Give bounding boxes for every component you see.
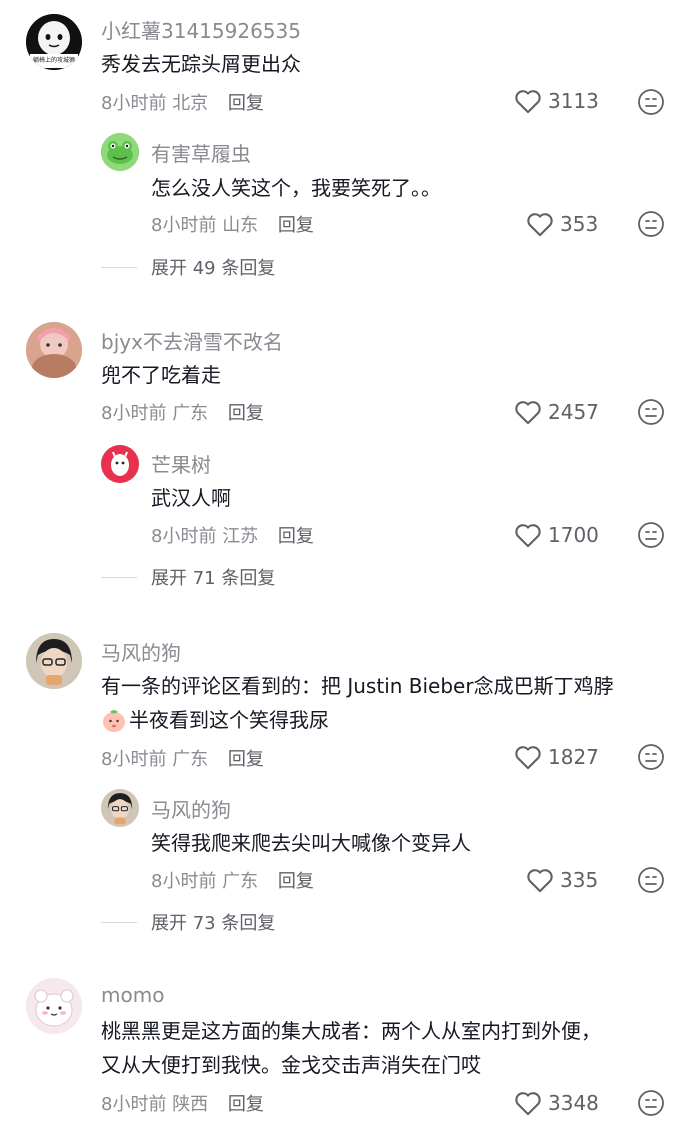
heart-outline-icon (515, 746, 541, 770)
reply-text: 武汉人啊 (151, 486, 231, 510)
reply-button[interactable]: 回复 (228, 93, 264, 114)
like-count: 353 (560, 212, 599, 236)
timestamp: 8小时前 (101, 1094, 167, 1115)
location: 山东 (222, 215, 259, 236)
expand-replies-button[interactable]: 展开 73 条回复 (101, 909, 275, 935)
divider-line (101, 266, 137, 268)
comment-text: 兜不了吃着走 (101, 363, 221, 387)
reply-username[interactable]: 有害草履虫 (151, 138, 251, 167)
reply-avatar[interactable] (101, 133, 139, 171)
comment-text: 秀发去无踪头屑更出众 (101, 52, 301, 76)
reply-meta: 8小时前 江苏 回复 (151, 522, 314, 548)
reply-button[interactable]: 回复 (228, 749, 264, 770)
username[interactable]: momo (101, 983, 164, 1007)
expand-label: 展开 49 条回复 (151, 258, 276, 279)
comment-text-line-2: 又从大便打到我快。金戈交击声消失在门哎 (101, 1053, 481, 1077)
meh-face-icon[interactable] (637, 398, 665, 426)
timestamp: 8小时前 (151, 215, 217, 236)
reply-text: 怎么没人笑这个，我要笑死了。。 (151, 176, 441, 200)
reply-avatar[interactable] (101, 445, 139, 483)
avatar[interactable] (26, 322, 82, 378)
meh-face-icon[interactable] (637, 866, 665, 894)
reply-meta: 8小时前 山东 回复 (151, 211, 314, 237)
like-count: 1700 (548, 523, 599, 547)
expand-label: 展开 71 条回复 (151, 568, 276, 589)
expand-label: 展开 73 条回复 (151, 913, 276, 934)
like-count: 335 (560, 868, 599, 892)
heart-outline-icon (527, 869, 553, 893)
heart-outline-icon (515, 90, 541, 114)
reply-meta: 8小时前 广东 回复 (151, 867, 314, 893)
heart-outline-icon (515, 401, 541, 425)
avatar-image (26, 978, 82, 1034)
reply-username[interactable]: 马风的狗 (151, 794, 231, 823)
avatar-image (26, 633, 82, 689)
like-button[interactable]: 2457 (514, 399, 599, 425)
like-button[interactable]: 335 (526, 867, 598, 893)
comment-meta: 8小时前 广东 回复 (101, 399, 264, 425)
like-count: 3348 (548, 1091, 599, 1115)
location: 广东 (172, 403, 209, 424)
like-button[interactable]: 1827 (514, 744, 599, 770)
meh-face-icon[interactable] (637, 210, 665, 238)
reply-button[interactable]: 回复 (278, 215, 314, 236)
username[interactable]: 马风的狗 (101, 637, 181, 666)
like-button[interactable]: 3113 (514, 88, 599, 114)
reply-text: 笑得我爬来爬去尖叫大喊像个变异人 (151, 831, 471, 855)
avatar[interactable]: 躺椅上的攻城狮 (26, 14, 82, 70)
heart-outline-icon (515, 1092, 541, 1116)
comment-meta: 8小时前 陕西 回复 (101, 1090, 264, 1116)
comment-text: 有一条的评论区看到的：把 Justin Bieber念成巴斯丁鸡脖 (101, 674, 614, 698)
timestamp: 8小时前 (151, 871, 217, 892)
location: 陕西 (172, 1094, 209, 1115)
peach-emoji-icon (103, 710, 125, 732)
avatar-image (101, 789, 139, 827)
avatar-caption: 躺椅上的攻城狮 (33, 56, 75, 64)
reply-button[interactable]: 回复 (228, 403, 264, 424)
location: 北京 (172, 93, 209, 114)
avatar-image (101, 445, 139, 483)
avatar-image: 躺椅上的攻城狮 (26, 14, 82, 70)
like-button[interactable]: 3348 (514, 1090, 599, 1116)
avatar[interactable] (26, 633, 82, 689)
username[interactable]: bjyx不去滑雪不改名 (101, 326, 283, 355)
reply-button[interactable]: 回复 (228, 1094, 264, 1115)
timestamp: 8小时前 (101, 93, 167, 114)
comment-text-line-2: 半夜看到这个笑得我尿 (101, 703, 329, 737)
heart-outline-icon (515, 524, 541, 548)
like-button[interactable]: 353 (526, 211, 598, 237)
comment-text: 桃黑黑更是这方面的集大成者：两个人从室内打到外便， (101, 1019, 601, 1043)
comment-text-second: 半夜看到这个笑得我尿 (129, 708, 329, 732)
like-count: 2457 (548, 400, 599, 424)
meh-face-icon[interactable] (637, 521, 665, 549)
expand-replies-button[interactable]: 展开 49 条回复 (101, 254, 275, 280)
like-count: 3113 (548, 89, 599, 113)
divider-line (101, 576, 137, 578)
reply-button[interactable]: 回复 (278, 871, 314, 892)
avatar-image (26, 322, 82, 378)
avatar[interactable] (26, 978, 82, 1034)
location: 江苏 (222, 526, 259, 547)
timestamp: 8小时前 (101, 403, 167, 424)
location: 广东 (222, 871, 259, 892)
reply-avatar[interactable] (101, 789, 139, 827)
frog-avatar-image (101, 133, 139, 171)
timestamp: 8小时前 (151, 526, 217, 547)
comment-meta: 8小时前 广东 回复 (101, 745, 264, 771)
meh-face-icon[interactable] (637, 743, 665, 771)
location: 广东 (172, 749, 209, 770)
comment-meta: 8小时前 北京 回复 (101, 89, 264, 115)
divider-line (101, 921, 137, 923)
heart-outline-icon (527, 213, 553, 237)
username[interactable]: 小红薯31415926535 (101, 15, 301, 44)
timestamp: 8小时前 (101, 749, 167, 770)
reply-username[interactable]: 芒果树 (151, 449, 211, 478)
reply-button[interactable]: 回复 (278, 526, 314, 547)
meh-face-icon[interactable] (637, 1089, 665, 1117)
meh-face-icon[interactable] (637, 88, 665, 116)
like-button[interactable]: 1700 (514, 522, 599, 548)
expand-replies-button[interactable]: 展开 71 条回复 (101, 564, 275, 590)
like-count: 1827 (548, 745, 599, 769)
